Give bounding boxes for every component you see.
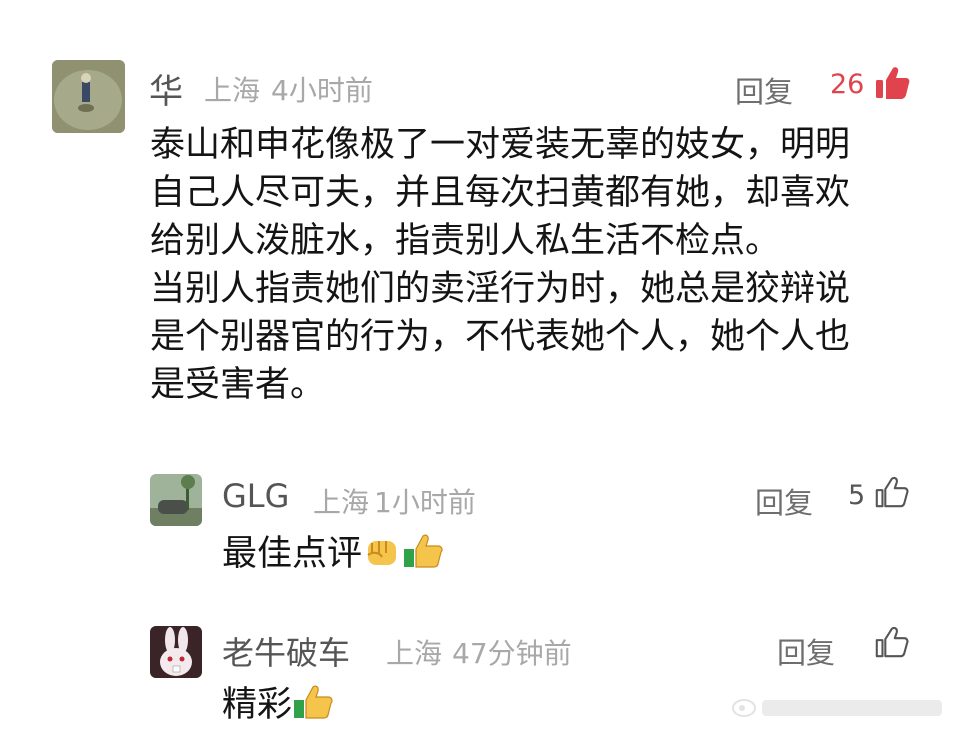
avatar-main[interactable] — [52, 60, 125, 133]
reply-button[interactable]: 回复 — [735, 69, 793, 111]
comment-line: 当别人指责她们的卖淫行为时，她总是狡辩说 — [150, 269, 851, 309]
comment-text: 泰山和申花像极了一对爱装无辜的妓女，明明 自己人尽可夫，并且每次扫黄都有她，却喜… — [150, 121, 910, 409]
thumbs-up-outline-icon[interactable] — [873, 474, 909, 510]
comment-line: 自己人尽可夫，并且每次扫黄都有她，却喜欢 — [150, 173, 851, 213]
reply-author[interactable]: GLG — [222, 477, 289, 515]
comment-line: 是个别器官的行为，不代表她个人，她个人也 — [150, 317, 851, 357]
comment-author[interactable]: 华 — [149, 64, 183, 113]
thumbs-up-filled-icon[interactable] — [873, 64, 911, 102]
thumbs-up-emoji — [292, 682, 334, 735]
watermark-logo — [730, 690, 950, 724]
avatar-reply-laoniu[interactable] — [150, 626, 202, 678]
fist-emoji — [362, 531, 402, 584]
comment-time: 4小时前 — [271, 74, 373, 107]
reply-location: 上海 — [386, 637, 443, 670]
reply-text: 精彩 — [222, 685, 293, 725]
reply-time: 1小时前 — [374, 486, 476, 519]
avatar-image — [150, 474, 202, 526]
reply-text-row: 精彩 — [222, 681, 334, 735]
avatar-image — [52, 60, 125, 133]
reply-location: 上海 — [313, 486, 370, 519]
avatar-reply-glg[interactable] — [150, 474, 202, 526]
thumbs-up-emoji — [402, 531, 444, 584]
reply-time: 47分钟前 — [452, 637, 572, 670]
reply-text-row: 最佳点评 — [222, 530, 444, 584]
comment-line: 泰山和申花像极了一对爱装无辜的妓女，明明 — [150, 125, 851, 165]
thumbs-up-outline-icon[interactable] — [873, 624, 909, 660]
comment-location: 上海 — [204, 74, 261, 107]
reply-button[interactable]: 回复 — [777, 630, 835, 672]
reply-author[interactable]: 老牛破车 — [222, 628, 350, 674]
like-count: 26 — [830, 69, 865, 100]
comment-line: 给别人泼脏水，指责别人私生活不检点。 — [150, 221, 781, 261]
avatar-image — [150, 626, 202, 678]
reply-button[interactable]: 回复 — [755, 480, 813, 522]
reply-text: 最佳点评 — [222, 534, 363, 574]
like-count: 5 — [848, 480, 866, 511]
comment-line: 是受害者。 — [150, 365, 326, 405]
